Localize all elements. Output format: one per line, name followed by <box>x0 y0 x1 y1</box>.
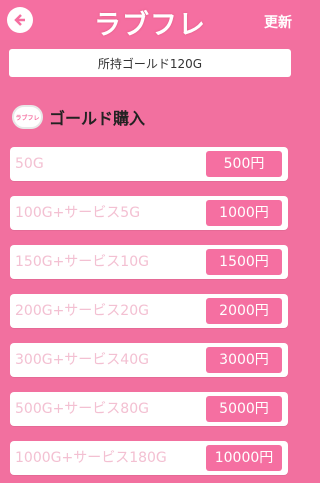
package-label: 50G <box>15 156 44 172</box>
package-row[interactable]: 200G+サービス20G 2000円 <box>10 294 288 328</box>
package-label: 1000G+サービス180G <box>15 450 167 466</box>
price-button[interactable]: 1500円 <box>206 249 282 275</box>
price-button[interactable]: 2000円 <box>206 298 282 324</box>
package-row[interactable]: 300G+サービス40G 3000円 <box>10 343 288 377</box>
package-row[interactable]: 500G+サービス80G 5000円 <box>10 392 288 426</box>
package-label: 500G+サービス80G <box>15 401 149 417</box>
package-row[interactable]: 50G 500円 <box>10 147 288 181</box>
package-row[interactable]: 1000G+サービス180G 10000円 <box>10 441 288 475</box>
package-label: 300G+サービス40G <box>15 352 149 368</box>
price-button[interactable]: 1000円 <box>206 200 282 226</box>
package-label: 150G+サービス10G <box>15 254 149 270</box>
price-button[interactable]: 3000円 <box>206 347 282 373</box>
price-button[interactable]: 500円 <box>206 151 282 177</box>
package-row[interactable]: 100G+サービス5G 1000円 <box>10 196 288 230</box>
package-list: 50G 500円 100G+サービス5G 1000円 150G+サービス10G … <box>0 0 300 483</box>
package-label: 100G+サービス5G <box>15 205 141 221</box>
package-row[interactable]: 150G+サービス10G 1500円 <box>10 245 288 279</box>
price-button[interactable]: 10000円 <box>206 445 282 471</box>
price-button[interactable]: 5000円 <box>206 396 282 422</box>
package-label: 200G+サービス20G <box>15 303 149 319</box>
